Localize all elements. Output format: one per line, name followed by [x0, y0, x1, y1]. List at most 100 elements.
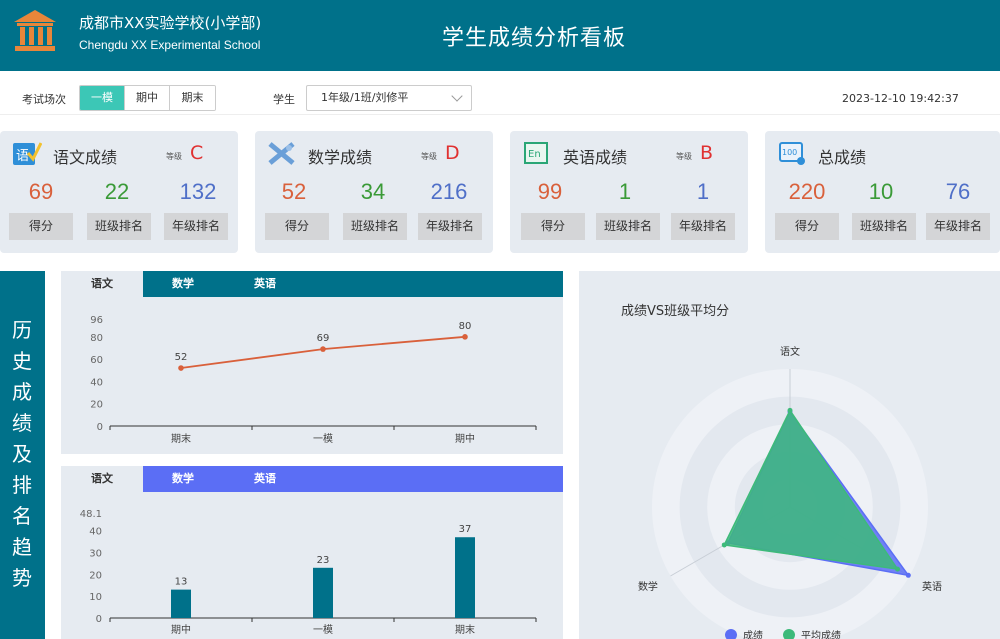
school-name-en: Chengdu XX Experimental School: [79, 38, 261, 52]
score-trend-panel: 语文 数学 英语 0 20 40 60 80 96 52 期末 69 一模 80 期中: [61, 271, 563, 454]
y-tick-label: 40: [90, 377, 103, 388]
card-english: En 英语成绩 等级 B 99 1 1 得分 班级排名 年级排名: [510, 131, 748, 253]
svg-text:语: 语: [16, 149, 29, 164]
legend-label: 平均成绩: [801, 629, 841, 639]
y-tick-label: 48.1: [80, 509, 102, 520]
data-label: 37: [459, 524, 472, 535]
trend-banner-char: 历: [12, 318, 32, 342]
line-point: [462, 334, 468, 340]
x-tick-label: 期末: [171, 432, 191, 445]
grade-rank-button[interactable]: 年级排名: [164, 213, 228, 240]
student-select-value: 1年级/1班/刘修平: [321, 91, 409, 104]
exam-option-mock[interactable]: 一模: [80, 86, 125, 110]
tab-chinese[interactable]: 语文: [61, 466, 143, 492]
bar: [455, 537, 475, 618]
card-total: 100 总成绩 220 10 76 得分 班级排名 年级排名: [765, 131, 1000, 253]
class-rank-value: 1: [618, 179, 632, 204]
data-label: 13: [175, 577, 188, 588]
card-title: 英语成绩: [563, 148, 628, 167]
trend-banner-char: 趋: [12, 535, 32, 559]
tab-math[interactable]: 数学: [172, 271, 194, 297]
student-label: 学生: [273, 93, 295, 106]
trend-banner-char: 势: [12, 566, 32, 590]
grade-rank-value: 216: [430, 179, 468, 204]
grade-rank-button[interactable]: 年级排名: [418, 213, 482, 240]
trend-banner-char: 绩: [12, 411, 32, 435]
grade-value: D: [445, 142, 460, 164]
x-tick-label: 期末: [455, 623, 475, 636]
grade-rank-value: 76: [945, 179, 971, 204]
trend-banner-char: 成: [12, 380, 32, 404]
y-tick-label: 0: [96, 614, 102, 625]
y-tick-label: 10: [89, 592, 102, 603]
y-tick-label: 20: [89, 570, 102, 581]
grade-rank-value: 1: [696, 179, 710, 204]
tab-english[interactable]: 英语: [254, 271, 276, 297]
trend-banner-char: 名: [12, 504, 32, 528]
svg-text:100: 100: [782, 148, 797, 157]
header-bar: 成都市XX实验学校(小学部) Chengdu XX Experimental S…: [0, 0, 1000, 71]
radar-indicator-label: 语文: [780, 345, 800, 358]
card-math: 数学成绩 等级 D 52 34 216 得分 班级排名 年级排名: [255, 131, 493, 253]
y-tick-label: 20: [90, 400, 103, 411]
radar-point: [787, 407, 793, 413]
grade-value: B: [700, 142, 714, 164]
grade-value: C: [190, 142, 204, 164]
tab-english[interactable]: 英语: [254, 466, 276, 492]
tab-chinese[interactable]: 语文: [61, 271, 143, 297]
card-chinese: 语 语文成绩 等级 C 69 22 132 得分 班级排名 年级排名: [0, 131, 238, 253]
score-button[interactable]: 得分: [265, 213, 329, 240]
class-rank-button[interactable]: 班级排名: [87, 213, 151, 240]
bar: [171, 589, 191, 618]
y-tick-label: 0: [97, 422, 103, 433]
trend-banner-char: 及: [12, 442, 32, 466]
score-button[interactable]: 得分: [9, 213, 73, 240]
card-title: 总成绩: [818, 148, 867, 167]
class-rank-value: 34: [360, 179, 386, 204]
exam-option-final[interactable]: 期末: [170, 86, 215, 110]
radar-indicator-label: 英语: [922, 580, 942, 593]
trend-banner-char: 史: [12, 349, 32, 373]
score-line-chart: 0 20 40 60 80 96 52 期末 69 一模 80 期中: [90, 315, 537, 445]
data-label: 80: [459, 321, 472, 332]
line-point: [320, 346, 326, 352]
x-tick-label: 一模: [313, 624, 333, 636]
grade-rank-value: 132: [179, 179, 217, 204]
score-button[interactable]: 得分: [521, 213, 585, 240]
chevron-down-icon: [451, 90, 463, 102]
english-icon: En: [524, 142, 548, 164]
radar-panel: 成绩VS班级平均分 语文 英语 数学 成绩 平均成绩: [579, 271, 1000, 639]
grade-rank-button[interactable]: 年级排名: [926, 213, 990, 240]
class-rank-button[interactable]: 班级排名: [343, 213, 407, 240]
x-tick-label: 一模: [313, 433, 333, 445]
exam-segmented-control: 一模 期中 期末: [79, 85, 216, 111]
y-tick-label: 30: [89, 549, 102, 560]
y-tick-label: 60: [90, 355, 103, 366]
line-point: [178, 365, 184, 371]
x-tick-label: 期中: [455, 432, 475, 445]
data-label: 69: [317, 333, 330, 344]
rank-tab-bar: 语文 数学 英语: [61, 466, 563, 492]
trend-banner: 历史成绩及排名趋势: [0, 271, 45, 639]
svg-text:En: En: [528, 149, 541, 160]
filter-bar: 考试场次 一模 期中 期末 学生 1年级/1班/刘修平 2023-12-10 1…: [0, 71, 1000, 115]
page-title: 学生成绩分析看板: [442, 26, 627, 51]
grade-rank-button[interactable]: 年级排名: [671, 213, 735, 240]
data-label: 23: [317, 555, 330, 566]
score-value: 220: [788, 179, 826, 204]
school-name-cn: 成都市XX实验学校(小学部): [79, 14, 262, 32]
datetime-display: 2023-12-10 19:42:37: [842, 92, 959, 105]
score-tab-bar: 语文 数学 英语: [61, 271, 563, 297]
radar-point: [905, 572, 911, 578]
tab-math[interactable]: 数学: [172, 466, 194, 492]
rank-trend-panel: 语文 数学 英语 0 10 20 30 40 48.1 13 期中 23 一模 37 期末: [61, 466, 563, 639]
class-rank-button[interactable]: 班级排名: [596, 213, 660, 240]
radar-point: [895, 566, 901, 572]
student-select[interactable]: 1年级/1班/刘修平: [306, 85, 472, 111]
exam-option-midterm[interactable]: 期中: [125, 86, 170, 110]
math-icon: [268, 142, 295, 165]
trend-banner-text: 历史成绩及排名趋势: [11, 315, 33, 594]
class-rank-button[interactable]: 班级排名: [852, 213, 916, 240]
score-button[interactable]: 得分: [775, 213, 839, 240]
grade-label: 等级: [676, 152, 692, 161]
